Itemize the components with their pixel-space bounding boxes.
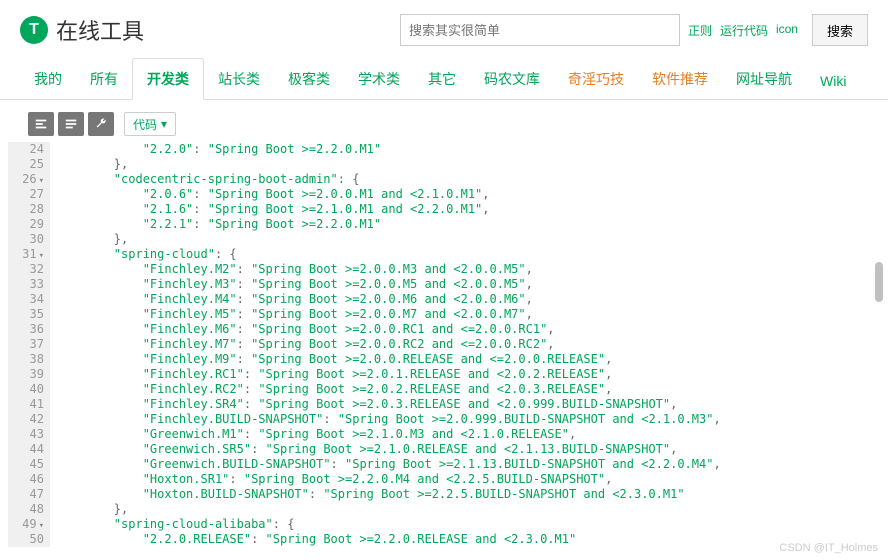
chevron-down-icon: ▾ <box>161 117 167 131</box>
code-line[interactable]: "Hoxton.SR1": "Spring Boot >=2.2.0.M4 an… <box>56 472 888 487</box>
line-number: 24 <box>14 142 44 157</box>
line-number: 33 <box>14 277 44 292</box>
align-left-button[interactable] <box>28 112 54 136</box>
line-number: 30 <box>14 232 44 247</box>
line-number: 34 <box>14 292 44 307</box>
logo-text: 在线工具 <box>56 14 144 46</box>
code-line[interactable]: "2.2.1": "Spring Boot >=2.2.0.M1" <box>56 217 888 232</box>
code-line[interactable]: "Finchley.BUILD-SNAPSHOT": "Spring Boot … <box>56 412 888 427</box>
line-number: 47 <box>14 487 44 502</box>
watermark: CSDN @IT_Holmes <box>779 542 878 554</box>
code-line[interactable]: }, <box>56 232 888 247</box>
nav-item-6[interactable]: 其它 <box>414 59 470 99</box>
line-number: 31▾ <box>14 247 44 262</box>
search-box: 正则 运行代码 icon 搜索 <box>400 14 868 46</box>
logo-icon: T <box>20 16 48 44</box>
line-number: 35 <box>14 307 44 322</box>
nav-item-2[interactable]: 开发类 <box>132 58 204 100</box>
code-line[interactable]: "Greenwich.SR5": "Spring Boot >=2.1.0.RE… <box>56 442 888 457</box>
code-line[interactable]: "codecentric-spring-boot-admin": { <box>56 172 888 187</box>
link-run-code[interactable]: 运行代码 <box>720 22 768 39</box>
code-line[interactable]: "Finchley.SR4": "Spring Boot >=2.0.3.REL… <box>56 397 888 412</box>
line-number: 27 <box>14 187 44 202</box>
nav-item-10[interactable]: 网址导航 <box>722 59 806 99</box>
code-line[interactable]: "spring-cloud": { <box>56 247 888 262</box>
search-button[interactable]: 搜索 <box>812 14 868 46</box>
code-line[interactable]: "Finchley.RC1": "Spring Boot >=2.0.1.REL… <box>56 367 888 382</box>
code-line[interactable]: "2.2.0": "Spring Boot >=2.2.0.M1" <box>56 142 888 157</box>
code-line[interactable]: "Finchley.RC2": "Spring Boot >=2.0.2.REL… <box>56 382 888 397</box>
code-line[interactable]: "Finchley.M9": "Spring Boot >=2.0.0.RELE… <box>56 352 888 367</box>
nav-item-7[interactable]: 码农文库 <box>470 59 554 99</box>
code-line[interactable]: "Finchley.M7": "Spring Boot >=2.0.0.RC2 … <box>56 337 888 352</box>
logo[interactable]: T 在线工具 <box>20 14 144 46</box>
nav-item-3[interactable]: 站长类 <box>204 59 274 99</box>
header: T 在线工具 正则 运行代码 icon 搜索 <box>0 0 888 60</box>
code-line[interactable]: "Finchley.M2": "Spring Boot >=2.0.0.M3 a… <box>56 262 888 277</box>
scrollbar-thumb[interactable] <box>875 262 883 302</box>
code-line[interactable]: "Finchley.M6": "Spring Boot >=2.0.0.RC1 … <box>56 322 888 337</box>
link-icon[interactable]: icon <box>776 22 798 39</box>
line-number: 38 <box>14 352 44 367</box>
editor-area: 代码 ▾ 242526▾2728293031▾32333435363738394… <box>0 100 888 547</box>
line-number: 42 <box>14 412 44 427</box>
code-line[interactable]: "2.0.6": "Spring Boot >=2.0.0.M1 and <2.… <box>56 187 888 202</box>
vertical-scrollbar[interactable] <box>874 142 884 547</box>
nav-item-8[interactable]: 奇淫巧技 <box>554 59 638 99</box>
code-line[interactable]: "2.2.0.RELEASE": "Spring Boot >=2.2.0.RE… <box>56 532 888 547</box>
line-number: 48 <box>14 502 44 517</box>
link-regex[interactable]: 正则 <box>688 22 712 39</box>
nav-item-4[interactable]: 极客类 <box>274 59 344 99</box>
search-input[interactable] <box>400 14 680 46</box>
code-line[interactable]: "Greenwich.M1": "Spring Boot >=2.1.0.M3 … <box>56 427 888 442</box>
line-number: 41 <box>14 397 44 412</box>
code-line[interactable]: "spring-cloud-alibaba": { <box>56 517 888 532</box>
align-button[interactable] <box>58 112 84 136</box>
code-type-dropdown[interactable]: 代码 ▾ <box>124 112 176 136</box>
line-number: 37 <box>14 337 44 352</box>
wrench-button[interactable] <box>88 112 114 136</box>
code-line[interactable]: }, <box>56 502 888 517</box>
line-number: 32 <box>14 262 44 277</box>
code-line[interactable]: "Hoxton.BUILD-SNAPSHOT": "Spring Boot >=… <box>56 487 888 502</box>
line-number: 26▾ <box>14 172 44 187</box>
code-line[interactable]: "Finchley.M5": "Spring Boot >=2.0.0.M7 a… <box>56 307 888 322</box>
line-number: 43 <box>14 427 44 442</box>
code-type-label: 代码 <box>133 116 157 133</box>
line-number: 29 <box>14 217 44 232</box>
line-number: 44 <box>14 442 44 457</box>
line-gutter: 242526▾2728293031▾3233343536373839404142… <box>8 142 50 547</box>
code-line[interactable]: }, <box>56 157 888 172</box>
code-editor[interactable]: 242526▾2728293031▾3233343536373839404142… <box>8 142 888 547</box>
line-number: 39 <box>14 367 44 382</box>
line-number: 28 <box>14 202 44 217</box>
line-number: 36 <box>14 322 44 337</box>
line-number: 45 <box>14 457 44 472</box>
nav-tabs: 我的所有开发类站长类极客类学术类其它码农文库奇淫巧技软件推荐网址导航Wiki <box>0 60 888 100</box>
code-line[interactable]: "Finchley.M3": "Spring Boot >=2.0.0.M5 a… <box>56 277 888 292</box>
nav-item-5[interactable]: 学术类 <box>344 59 414 99</box>
nav-item-1[interactable]: 所有 <box>76 59 132 99</box>
code-line[interactable]: "Greenwich.BUILD-SNAPSHOT": "Spring Boot… <box>56 457 888 472</box>
nav-item-11[interactable]: Wiki <box>806 63 860 99</box>
search-quick-links: 正则 运行代码 icon <box>680 22 806 39</box>
editor-toolbar: 代码 ▾ <box>8 108 888 142</box>
nav-item-0[interactable]: 我的 <box>20 59 76 99</box>
code-line[interactable]: "2.1.6": "Spring Boot >=2.1.0.M1 and <2.… <box>56 202 888 217</box>
line-number: 50 <box>14 532 44 547</box>
line-number: 46 <box>14 472 44 487</box>
nav-item-9[interactable]: 软件推荐 <box>638 59 722 99</box>
code-line[interactable]: "Finchley.M4": "Spring Boot >=2.0.0.M6 a… <box>56 292 888 307</box>
line-number: 40 <box>14 382 44 397</box>
code-content[interactable]: "2.2.0": "Spring Boot >=2.2.0.M1" }, "co… <box>50 142 888 547</box>
line-number: 25 <box>14 157 44 172</box>
line-number: 49▾ <box>14 517 44 532</box>
